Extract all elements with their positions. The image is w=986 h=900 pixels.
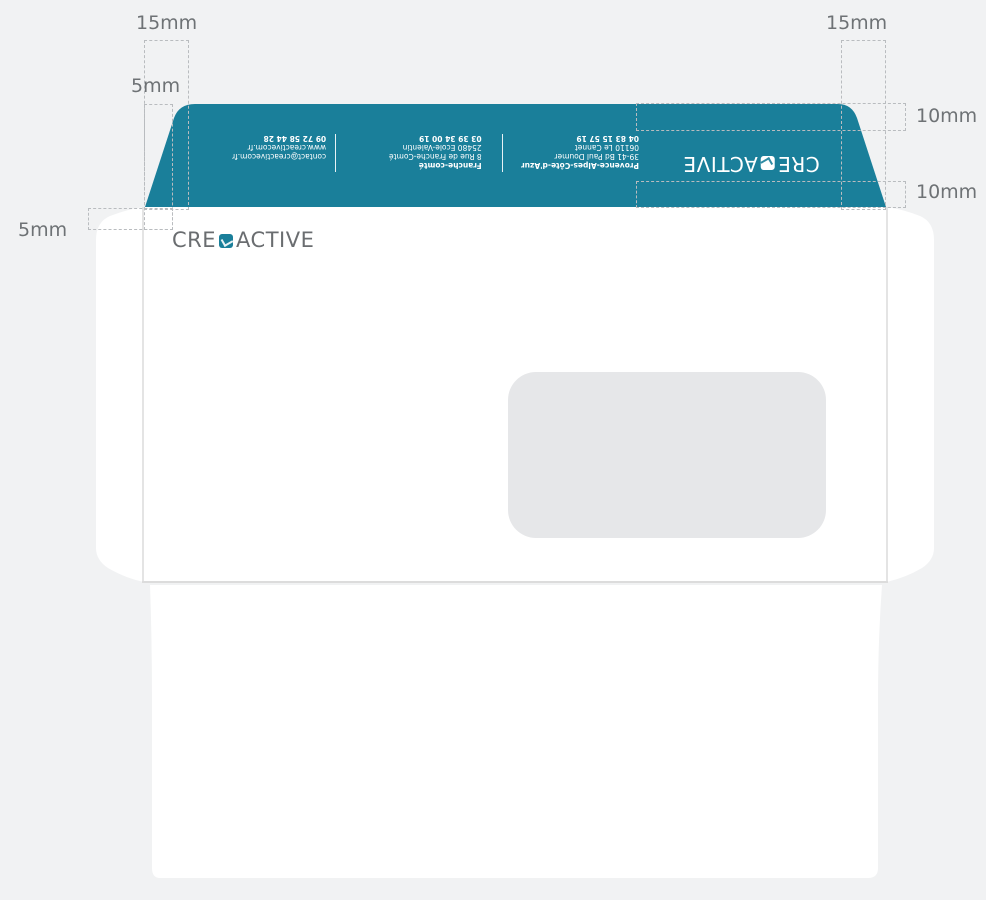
- office-paca-city: 06110 Le Cannet: [574, 143, 640, 152]
- logo-text-left: CRE: [172, 228, 217, 252]
- guide-right-lower-10mm: [636, 181, 906, 208]
- office-paca-phone: 04 83 15 57 19: [576, 134, 640, 143]
- flap-separator-1: [502, 134, 503, 172]
- logo-chat-icon: [219, 234, 234, 248]
- office-fc-phone: 03 39 34 00 19: [419, 134, 482, 143]
- office-fc-city: 25480 Ecole-Valentin: [402, 143, 482, 152]
- flap-office-franche-comte: Franche-comté 8 Rue de Franche-Comté 254…: [389, 134, 482, 170]
- office-paca-street: 39-41 Bd Paul Doumer: [554, 152, 640, 161]
- dimension-label-right-lower: 10mm: [916, 181, 978, 203]
- contact-web: www.creactivecom.fr: [247, 143, 327, 152]
- dimension-label-left-small: 5mm: [131, 75, 181, 97]
- left-side-flap: [96, 207, 144, 582]
- flap-contact: contact@creactivecom.fr www.creactivecom…: [232, 134, 326, 161]
- office-fc-street: 8 Rue de Franche-Comté: [389, 152, 482, 161]
- flap-separator-2: [335, 134, 336, 172]
- flap-logo: CRE ACTIVE: [683, 152, 820, 176]
- office-paca-title: Provence-Alpes-Côte-d'Azur: [521, 161, 640, 170]
- dimension-label-top-left: 15mm: [136, 12, 198, 34]
- logo-text-right: ACTIVE: [236, 228, 315, 252]
- dimension-label-top-right: 15mm: [826, 12, 888, 34]
- flap-logo-text-right: ACTIVE: [683, 152, 758, 176]
- office-fc-title: Franche-comté: [418, 161, 482, 170]
- dimension-label-right-upper: 10mm: [916, 105, 978, 127]
- flap-office-paca: Provence-Alpes-Côte-d'Azur 39-41 Bd Paul…: [521, 134, 639, 170]
- contact-phone: 09 72 58 44 28: [263, 134, 327, 143]
- right-side-flap: [886, 207, 934, 582]
- dimension-label-left-margin: 5mm: [18, 219, 68, 241]
- front-logo: CRE ACTIVE: [172, 228, 314, 252]
- envelope-template-diagram: 15mm 5mm 5mm 15mm 10mm 10mm CRE ACTIVE CR…: [0, 0, 986, 900]
- guide-right-upper-10mm: [636, 103, 906, 131]
- address-window: [508, 372, 826, 538]
- flap-logo-chat-icon: [760, 156, 775, 170]
- flap-logo-text-left: CRE: [777, 152, 820, 176]
- bottom-flap: [150, 585, 882, 878]
- contact-email: contact@creactivecom.fr: [232, 152, 327, 161]
- guide-left-margin-5mm: [88, 208, 173, 230]
